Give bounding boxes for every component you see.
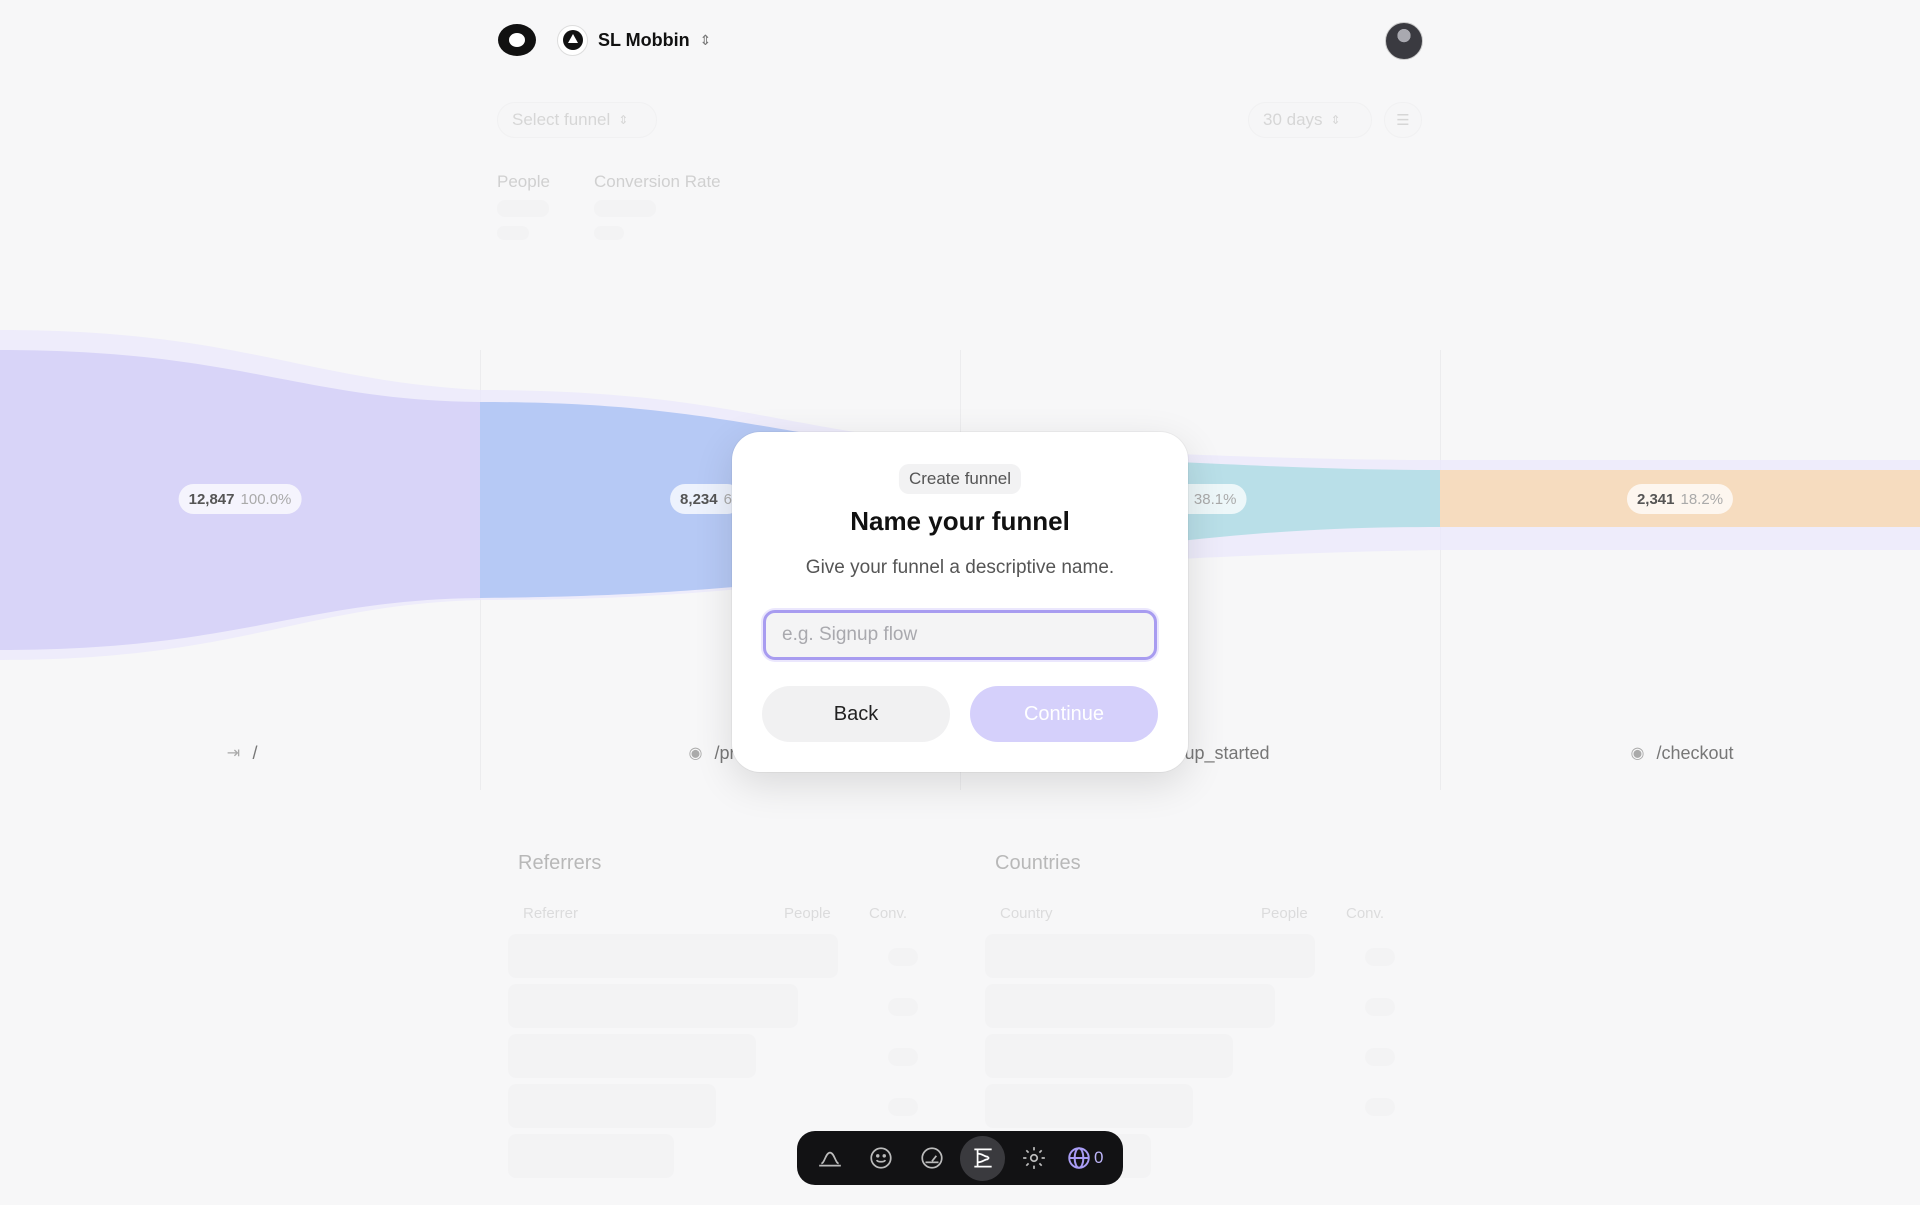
funnel-icon[interactable]: [960, 1135, 1005, 1181]
back-button[interactable]: Back: [762, 686, 950, 742]
globe-button[interactable]: 0: [1062, 1136, 1107, 1181]
gear-icon[interactable]: [1011, 1136, 1056, 1181]
gauge-icon[interactable]: [909, 1136, 954, 1181]
continue-button[interactable]: Continue: [970, 686, 1158, 742]
bottom-dock: 0: [797, 1131, 1123, 1185]
dialog-subtitle: Give your funnel a descriptive name.: [805, 557, 1115, 578]
create-funnel-dialog: Create funnel Name your funnel Give your…: [732, 432, 1188, 772]
dialog-tag: Create funnel: [898, 464, 1022, 494]
hill-chart-icon[interactable]: [807, 1136, 852, 1181]
globe-icon: [1068, 1147, 1090, 1169]
funnel-name-input[interactable]: [763, 610, 1157, 660]
globe-count: 0: [1094, 1148, 1104, 1167]
dialog-title: Name your funnel: [850, 506, 1070, 536]
smiley-icon[interactable]: [858, 1136, 903, 1181]
